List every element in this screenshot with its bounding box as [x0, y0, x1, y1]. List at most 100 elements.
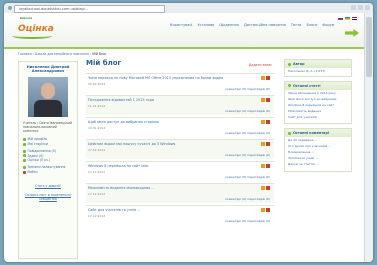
top-navigation: Користувачі Установи Щоденник Дистанційн…: [170, 23, 334, 27]
recent-post-link[interactable]: Сайт для учителів: [288, 115, 348, 120]
tasks-icon: [23, 154, 26, 158]
post-actions: [261, 164, 270, 168]
post-title[interactable]: Сайт для учителів та учнів ...: [88, 208, 228, 212]
mail-icon: [23, 149, 26, 153]
profile-link-grades[interactable]: Оцінки (0 оч.): [23, 158, 73, 162]
post-meta[interactable]: коментарі (0) переглядів (0): [225, 87, 270, 91]
author-widget-title: Автор: [285, 60, 351, 68]
post-meta[interactable]: коментарі (0) переглядів (0): [225, 219, 270, 223]
nav-tests[interactable]: Тести: [291, 23, 302, 27]
post-date: 17.12.2012: [88, 170, 106, 174]
edit-icon[interactable]: [261, 120, 265, 124]
comment-link[interactable]: Хто думає про учасників ...: [288, 144, 348, 149]
recent-post-link[interactable]: Щоб мати доступ до вибраних: [288, 97, 348, 102]
post-meta[interactable]: коментарі (0) переглядів (0): [225, 175, 270, 179]
edit-icon[interactable]: [261, 186, 265, 190]
user-icon: [23, 138, 26, 142]
flag-ua-icon[interactable]: [345, 17, 350, 20]
profile-links: Мій профіль Мої сторінки Повідомлення (0…: [19, 137, 77, 174]
blog-post: Погодження відомостей 1 2013 года 11.01.…: [86, 95, 274, 115]
post-date: 05.02.2013: [88, 82, 106, 86]
profile-name[interactable]: Николенко Дмитрий Александрович: [19, 65, 77, 73]
post-actions: [261, 186, 270, 190]
site-icon: [8, 6, 12, 10]
nav-blogs[interactable]: Блоги: [306, 23, 317, 27]
edit-icon[interactable]: [261, 142, 265, 146]
edit-icon[interactable]: [261, 208, 265, 212]
page-scrollbar[interactable]: [364, 13, 373, 262]
recent-comments-widget: Останні коментарі До 10 перевірок ... Хт…: [284, 128, 352, 172]
author-name[interactable]: Николенко Д. А. (1.037): [288, 69, 348, 74]
blog-post: Цейсник видал мої пошуку сучасні до 3 Wi…: [86, 139, 274, 159]
profile-subtitle: Учитель / Свято-Івановецький навчально-в…: [23, 121, 72, 134]
post-title[interactable]: Windows 8 перейшла на сайт Ideo: [88, 164, 228, 168]
comments-widget-title: Останні коментарі: [285, 129, 351, 138]
edit-icon[interactable]: [261, 98, 265, 102]
post-title[interactable]: Погодження відомостей 1 2013 года: [88, 98, 228, 102]
header-divider: [4, 47, 373, 49]
bullet-icon: [288, 131, 291, 135]
recent-widget-title: Останні статті: [285, 81, 351, 90]
url-input[interactable]: loyaltschool.donetsktdu.com.ua/blog/...: [14, 5, 165, 13]
nav-users[interactable]: Користувачі: [170, 23, 192, 27]
nav-diary[interactable]: Щоденник: [219, 23, 239, 27]
profile-footer-link-1[interactable]: Стать у дивизії!: [19, 184, 77, 188]
post-meta[interactable]: коментарі (0) переглядів (0): [225, 109, 270, 113]
settings-icon: [23, 166, 26, 170]
delete-icon[interactable]: [266, 98, 270, 102]
add-post-link[interactable]: Додати запис: [249, 63, 272, 67]
breadcrumb: Головна › Школа дистанційного навчання ›…: [18, 52, 107, 56]
maximize-icon[interactable]: [358, 5, 363, 10]
post-actions: [261, 120, 270, 124]
post-meta[interactable]: коментарі (0) переглядів (0): [225, 197, 270, 201]
blog-main: Мій блог Додати запис Чиня переход на но…: [82, 59, 278, 225]
nav-institutions[interactable]: Установи: [197, 23, 214, 27]
post-title[interactable]: Цейсник видал мої пошуку сучасні до 3 Wi…: [88, 142, 228, 146]
delete-icon[interactable]: [266, 142, 270, 146]
blog-post: Чиня переход на нову Microsoft MS Office…: [86, 73, 274, 93]
recent-post-link[interactable]: Можливість видання: [288, 109, 348, 114]
close-icon[interactable]: [365, 5, 370, 10]
post-title[interactable]: Чиня переход на нову Microsoft MS Office…: [88, 76, 228, 80]
delete-icon[interactable]: [266, 208, 270, 212]
avatar[interactable]: [28, 77, 68, 118]
post-title[interactable]: Можливість видання міжнародних ...: [88, 186, 228, 190]
delete-icon[interactable]: [266, 164, 270, 168]
bullet-icon: [288, 62, 291, 66]
blog-post: Можливість видання міжнародних ... 17.12…: [86, 183, 274, 203]
author-widget: Автор Николенко Д. А. (1.037): [284, 59, 352, 77]
nav-distance[interactable]: Дистанційне навчання: [244, 23, 286, 27]
edit-icon[interactable]: [261, 76, 265, 80]
post-date: 10.01.2013: [88, 126, 106, 130]
grades-icon: [23, 158, 26, 162]
profile-panel: Николенко Дмитрий Александрович Учитель …: [18, 61, 78, 259]
flag-en-icon[interactable]: [352, 17, 357, 20]
language-flags: [338, 17, 357, 20]
nav-forum[interactable]: Форум: [322, 23, 334, 27]
post-title[interactable]: Щоб мати доступ до вибраних сторінок: [88, 120, 228, 124]
post-meta[interactable]: коментарі (0) переглядів (0): [225, 153, 270, 157]
flag-ru-icon[interactable]: [338, 17, 343, 20]
comment-link[interactable]: Повідомлення ...: [288, 150, 348, 155]
minimize-icon[interactable]: [351, 5, 356, 10]
profile-footer-link-2[interactable]: Создать пост и поделиться/собщество: [19, 193, 77, 202]
logo-swoosh-icon: [12, 33, 52, 39]
recent-post-link[interactable]: Windows 8 перейшла на сайт: [288, 103, 348, 108]
window-controls: [351, 5, 370, 10]
post-meta[interactable]: коментарі (0) переглядів (0): [225, 131, 270, 135]
comment-link[interactable]: Дякую за статтю ...: [288, 162, 348, 167]
delete-icon[interactable]: [266, 120, 270, 124]
profile-link-logout[interactable]: Вийти: [23, 170, 73, 174]
post-actions: [261, 98, 270, 102]
breadcrumb-links[interactable]: Головна › Школа дистанційного навчання ›: [18, 52, 91, 56]
comment-link[interactable]: До 10 перевірок ...: [288, 139, 348, 143]
comment-link[interactable]: Запитання учнів ...: [288, 156, 348, 161]
edit-icon[interactable]: [261, 164, 265, 168]
recent-posts-widget: Останні статті Зміна збільшення 1 2013 р…: [284, 80, 352, 125]
delete-icon[interactable]: [266, 186, 270, 190]
profile-link-pages[interactable]: Мої сторінки: [23, 142, 73, 146]
scrollbar-thumb[interactable]: [366, 17, 372, 77]
recent-post-link[interactable]: Зміна збільшення 1 2013 року: [288, 91, 348, 96]
delete-icon[interactable]: [266, 76, 270, 80]
blog-post: Windows 8 перейшла на сайт Ideo 17.12.20…: [86, 161, 274, 181]
